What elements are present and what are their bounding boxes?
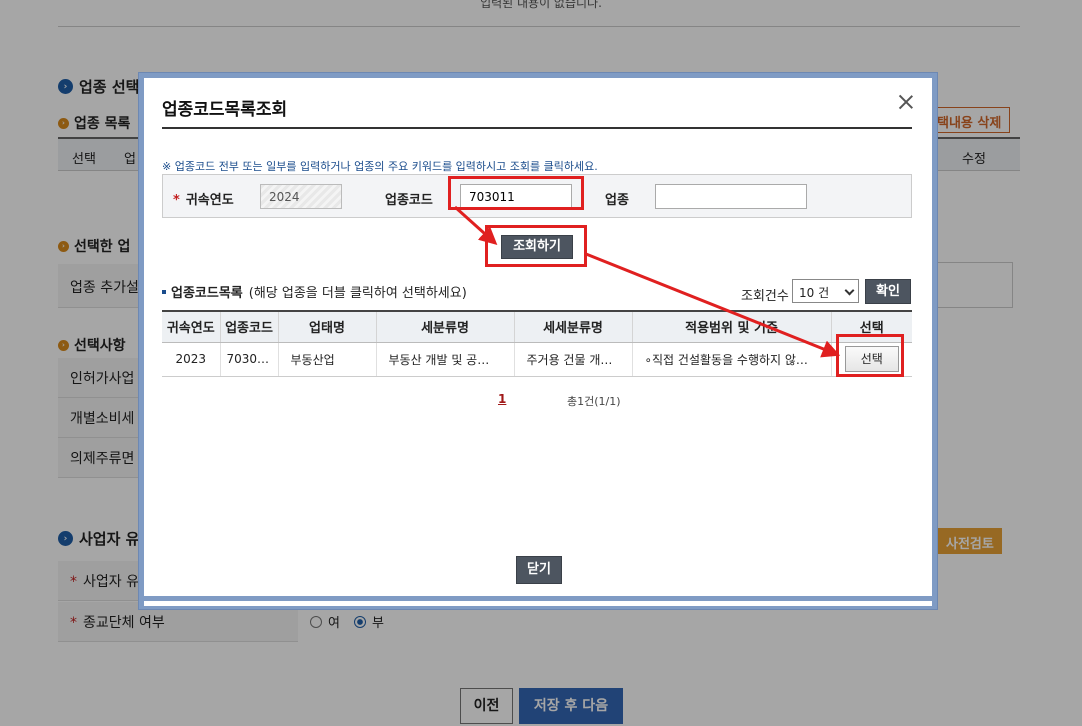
search-panel: *귀속연도 업종코드 업종	[162, 174, 912, 218]
count-label: 조회건수	[741, 289, 789, 304]
industry-code-modal: 업종코드목록조회 ※ 업종코드 전부 또는 일부를 입력하거나 업종의 주요 키…	[144, 78, 932, 596]
industry-code-input[interactable]	[460, 184, 572, 209]
year-label: * 귀속연도	[173, 193, 234, 208]
cell-subsub: 주거용 건물 개…	[513, 342, 632, 377]
search-button[interactable]: 조회하기	[501, 235, 573, 259]
modal-title: 업종코드목록조회	[162, 100, 288, 120]
count-select[interactable]: 10 건	[792, 279, 859, 303]
col-scope: 적용범위 및 기준	[631, 310, 831, 343]
code-label: 업종코드	[385, 193, 433, 208]
col-year: 귀속연도	[162, 310, 220, 343]
col-type: 업태명	[277, 310, 376, 343]
cell-select: 선택	[830, 342, 912, 377]
confirm-button[interactable]: 확인	[865, 279, 911, 304]
chevron-down-icon	[844, 285, 855, 296]
col-code: 업종코드	[219, 310, 278, 343]
table-header-row: 귀속연도 업종코드 업태명 세분류명 세세분류명 적용범위 및 기준 선택	[162, 310, 912, 343]
select-row-button[interactable]: 선택	[844, 346, 899, 372]
industry-code-table: 귀속연도 업종코드 업태명 세분류명 세세분류명 적용범위 및 기준 선택 20…	[162, 310, 912, 377]
search-notice: ※ 업종코드 전부 또는 일부를 입력하거나 업종의 주요 키워드를 입력하시고…	[162, 160, 598, 173]
cell-type: 부동산업	[277, 342, 376, 377]
list-title: 업종코드목록 (해당 업종을 더블 클릭하여 선택하세요)	[162, 282, 467, 301]
industry-name-input[interactable]	[655, 184, 807, 209]
col-sub: 세분류명	[375, 310, 514, 343]
close-icon[interactable]	[896, 93, 916, 113]
col-select: 선택	[830, 310, 912, 343]
cell-year: 2023	[162, 342, 220, 377]
table-row[interactable]: 2023 703011 부동산업 부동산 개발 및 공… 주거용 건물 개… ∘…	[162, 342, 912, 377]
page-link[interactable]: 1	[498, 392, 506, 406]
close-button[interactable]: 닫기	[516, 556, 562, 584]
year-input	[260, 184, 342, 209]
modal-bottom-strip	[144, 601, 932, 606]
bullet-icon	[162, 289, 166, 294]
industry-label: 업종	[605, 193, 629, 208]
total-count: 총1건(1/1)	[567, 395, 621, 408]
cell-sub: 부동산 개발 및 공…	[375, 342, 514, 377]
cell-code: 703011	[219, 342, 278, 377]
title-divider	[162, 127, 912, 129]
cell-scope: ∘직접 건설활동을 수행하지 않…	[631, 342, 831, 377]
col-subsub: 세세분류명	[513, 310, 632, 343]
